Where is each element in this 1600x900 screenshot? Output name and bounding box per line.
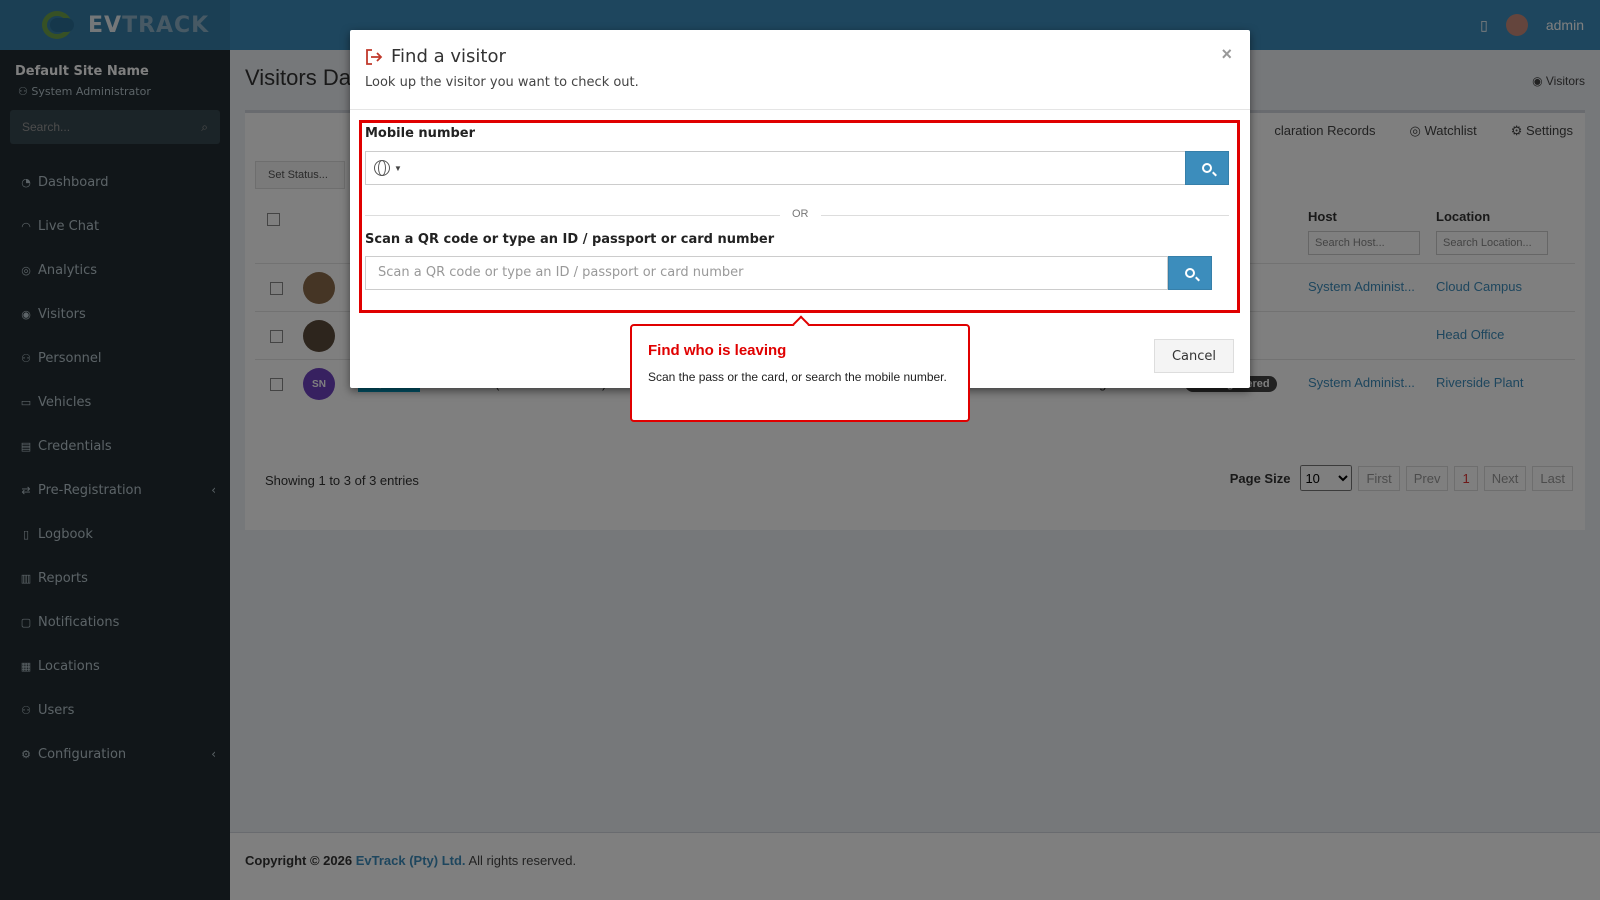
sign-out-icon <box>365 48 383 66</box>
or-separator: OR <box>780 208 821 220</box>
tooltip-body: Scan the pass or the card, or search the… <box>648 370 947 384</box>
caret-down-icon[interactable]: ▼ <box>394 164 402 173</box>
qr-id-input[interactable]: Scan a QR code or type an ID / passport … <box>365 256 1168 290</box>
cancel-button[interactable]: Cancel <box>1154 339 1234 373</box>
close-icon[interactable]: × <box>1221 44 1232 65</box>
globe-icon[interactable] <box>374 160 390 176</box>
search-icon <box>1202 163 1212 173</box>
modal-subtitle: Look up the visitor you want to check ou… <box>365 75 639 90</box>
mobile-search-button[interactable] <box>1185 151 1229 185</box>
modal-title: Find a visitor <box>391 46 506 67</box>
mobile-number-label: Mobile number <box>365 126 476 141</box>
search-icon <box>1185 268 1195 278</box>
mobile-number-input[interactable]: ▼ <box>365 151 1185 185</box>
tooltip-title: Find who is leaving <box>648 342 787 359</box>
qr-label: Scan a QR code or type an ID / passport … <box>365 232 775 247</box>
modal-header: Find a visitor Look up the visitor you w… <box>350 30 1250 110</box>
tour-tooltip: Find who is leaving Scan the pass or the… <box>630 324 970 422</box>
qr-search-button[interactable] <box>1168 256 1212 290</box>
